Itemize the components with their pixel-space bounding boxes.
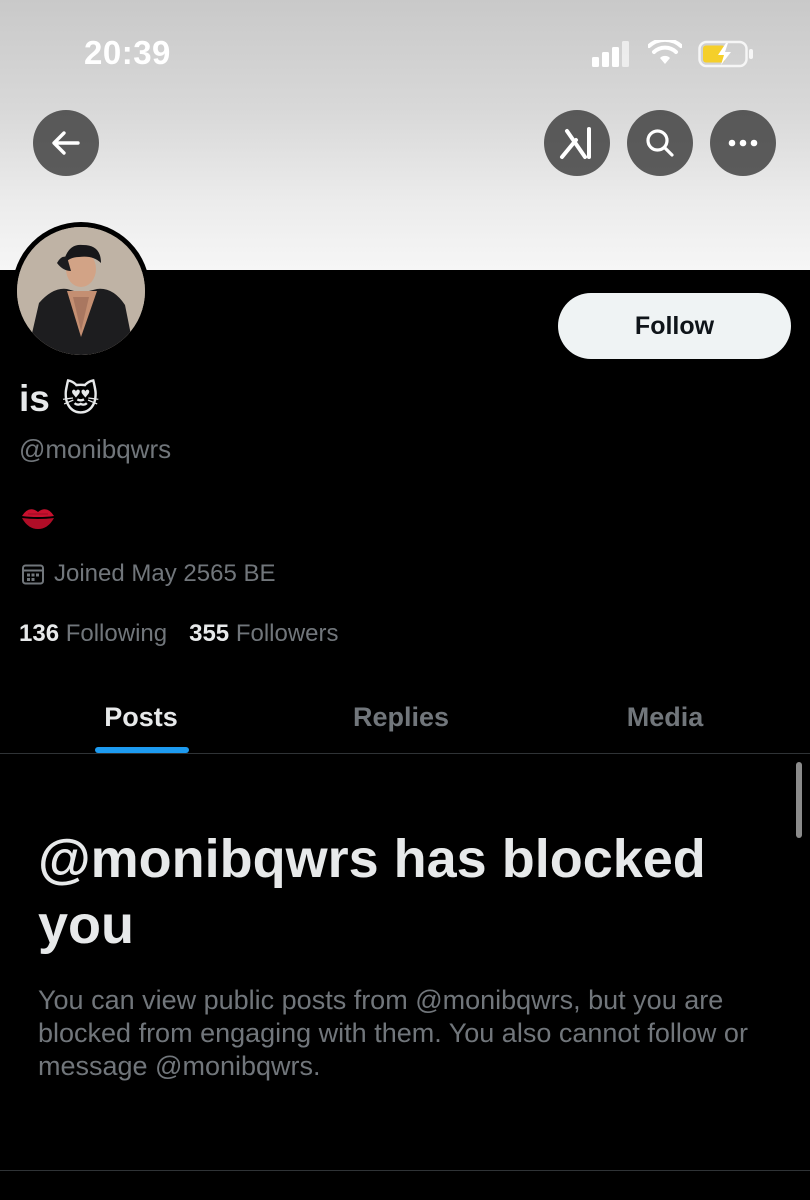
follow-stats: 136 Following 355 Followers — [19, 620, 339, 648]
tab-media[interactable]: Media — [564, 680, 766, 754]
following-link[interactable]: 136 Following — [19, 620, 167, 648]
grok-icon — [560, 127, 591, 159]
following-label: Following — [65, 620, 168, 647]
heart-eyes-cat-emoji: 😻 — [61, 378, 100, 419]
joined-date: Joined May 2565 BE — [21, 560, 275, 588]
following-count: 136 — [19, 620, 60, 647]
profile-bio: 💋 — [20, 503, 56, 536]
active-tab-indicator — [95, 747, 189, 753]
tab-posts[interactable]: Posts — [40, 680, 242, 754]
kiss-mark-icon — [22, 509, 54, 529]
display-name-text: is — [19, 378, 50, 419]
cellular-signal-icon — [592, 41, 629, 67]
blocked-notice-body: You can view public posts from @monibqwr… — [38, 985, 748, 1081]
wifi-icon — [648, 40, 682, 64]
joined-text: Joined May 2565 BE — [54, 560, 276, 587]
tab-replies[interactable]: Replies — [300, 680, 502, 754]
blocked-notice-title: @monibqwrs has blocked you — [38, 829, 706, 955]
back-arrow-icon — [52, 131, 80, 155]
scrollbar[interactable] — [796, 762, 802, 838]
grok-button[interactable] — [544, 110, 610, 176]
profile-handle: @monibqwrs — [19, 434, 172, 464]
display-name: is 😻 — [19, 378, 99, 420]
status-bar: 20:39 — [0, 0, 810, 100]
search-icon — [646, 129, 674, 157]
search-button[interactable] — [627, 110, 693, 176]
calendar-icon — [22, 564, 44, 585]
followers-link[interactable]: 355 Followers — [189, 620, 338, 648]
divider — [0, 1170, 810, 1171]
avatar-image — [17, 227, 145, 355]
back-button[interactable] — [33, 110, 99, 176]
battery-charging-icon — [698, 40, 753, 68]
avatar[interactable] — [12, 222, 150, 360]
status-time: 20:39 — [84, 34, 171, 71]
followers-count: 355 — [189, 620, 230, 647]
more-options-button[interactable] — [710, 110, 776, 176]
follow-button[interactable]: Follow — [558, 293, 791, 359]
profile-tabs: Posts Replies Media — [0, 680, 810, 754]
more-icon — [728, 139, 758, 147]
followers-label: Followers — [235, 620, 339, 647]
